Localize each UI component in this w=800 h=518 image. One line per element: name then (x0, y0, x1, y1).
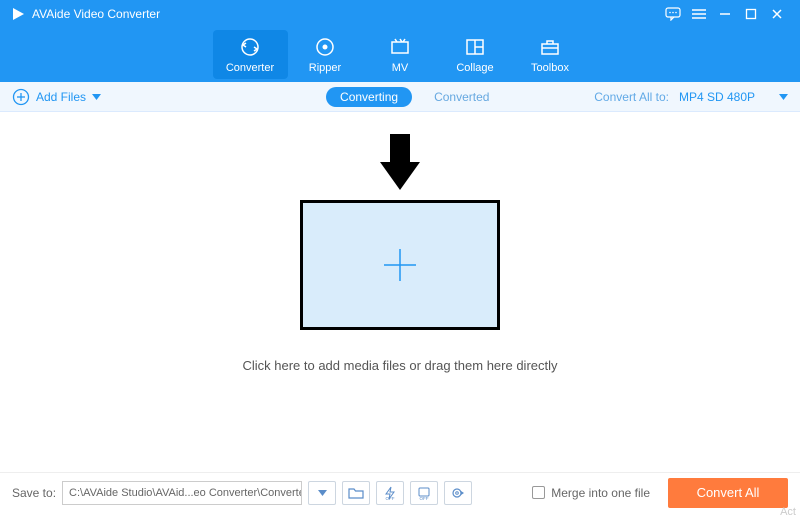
tab-mv[interactable]: MV (363, 27, 438, 82)
tab-label: Collage (456, 62, 493, 74)
settings-button[interactable] (444, 481, 472, 505)
lightning-icon: OFF (383, 486, 397, 500)
main-area: Click here to add media files or drag th… (0, 112, 800, 470)
save-path-field[interactable]: C:\AVAide Studio\AVAid...eo Converter\Co… (62, 481, 302, 505)
speed-icon: OFF (417, 486, 431, 500)
chevron-down-icon (92, 94, 101, 100)
chevron-down-icon (318, 490, 327, 496)
save-to-label: Save to: (12, 486, 56, 500)
chevron-down-icon (779, 94, 788, 100)
app-title: AVAide Video Converter (32, 7, 160, 21)
minimize-icon (719, 8, 731, 20)
tab-ripper[interactable]: Ripper (288, 27, 363, 82)
activation-watermark: Act (780, 506, 796, 518)
close-button[interactable] (764, 2, 790, 26)
close-icon (771, 8, 783, 20)
tab-collage[interactable]: Collage (438, 27, 513, 82)
titlebar: AVAide Video Converter (0, 0, 800, 27)
checkbox-icon (532, 486, 545, 499)
maximize-button[interactable] (738, 2, 764, 26)
svg-text:OFF: OFF (420, 496, 429, 500)
drop-hint: Click here to add media files or drag th… (242, 358, 557, 373)
tab-label: MV (392, 62, 409, 74)
tab-label: Converter (226, 62, 274, 74)
feedback-button[interactable] (660, 2, 686, 26)
maximize-icon (745, 8, 757, 20)
converting-tab[interactable]: Converting (326, 87, 412, 107)
arrow-down-icon (375, 132, 425, 192)
convert-all-button[interactable]: Convert All (668, 478, 788, 508)
menu-icon (692, 8, 706, 20)
convert-all-to-label: Convert All to: (594, 90, 669, 104)
converter-icon (239, 36, 261, 58)
merge-checkbox[interactable]: Merge into one file (532, 486, 650, 500)
folder-icon (348, 486, 364, 500)
collage-icon (464, 36, 486, 58)
convert-all-to-dropdown[interactable]: Convert All to: MP4 SD 480P (594, 90, 788, 104)
converted-tab[interactable]: Converted (420, 87, 503, 107)
plus-icon (378, 243, 422, 287)
svg-text:OFF: OFF (386, 496, 395, 500)
logo-icon (10, 6, 26, 22)
tab-label: Toolbox (531, 62, 569, 74)
drop-zone[interactable] (300, 200, 500, 330)
app-logo: AVAide Video Converter (10, 6, 160, 22)
status-segment: Converting Converted (326, 87, 503, 107)
minimize-button[interactable] (712, 2, 738, 26)
hardware-accel-button[interactable]: OFF (376, 481, 404, 505)
tab-toolbox[interactable]: Toolbox (513, 27, 588, 82)
add-files-label: Add Files (36, 90, 86, 104)
tab-label: Ripper (309, 62, 341, 74)
footer: Save to: C:\AVAide Studio\AVAid...eo Con… (0, 472, 800, 512)
plus-circle-icon (12, 88, 30, 106)
feedback-icon (665, 7, 681, 21)
merge-label: Merge into one file (551, 486, 650, 500)
menu-button[interactable] (686, 2, 712, 26)
high-speed-button[interactable]: OFF (410, 481, 438, 505)
tab-converter[interactable]: Converter (213, 30, 288, 79)
add-files-button[interactable]: Add Files (12, 88, 101, 106)
main-navbar: Converter Ripper MV Collage Toolbox (0, 27, 800, 82)
gear-icon (451, 486, 465, 500)
format-value: MP4 SD 480P (679, 90, 755, 104)
toolbox-icon (539, 36, 561, 58)
open-folder-button[interactable] (342, 481, 370, 505)
subbar: Add Files Converting Converted Convert A… (0, 82, 800, 112)
ripper-icon (314, 36, 336, 58)
path-dropdown-button[interactable] (308, 481, 336, 505)
mv-icon (389, 36, 411, 58)
